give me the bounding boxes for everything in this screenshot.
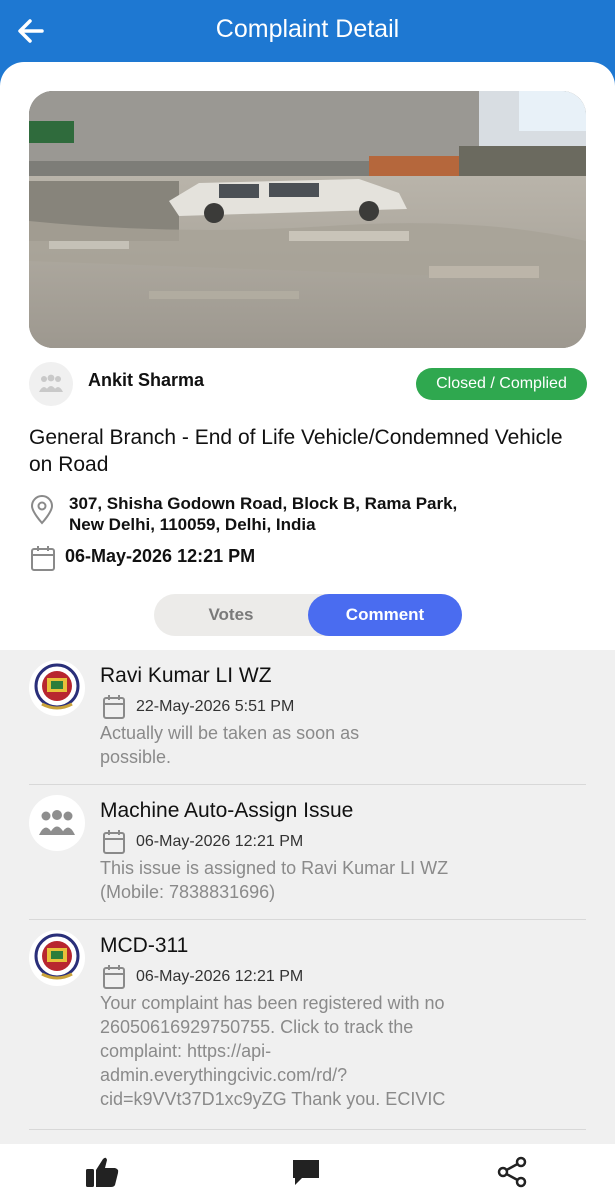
comment-date: 22-May-2026 5:51 PM: [136, 698, 295, 715]
comment-avatar: [29, 660, 85, 716]
comment-text-line: Actually will be taken as soon as: [100, 723, 360, 743]
comment-text[interactable]: Your complaint has been registered with …: [100, 991, 520, 1111]
comment-text: Actually will be taken as soon as possib…: [100, 721, 520, 769]
complaint-category: General Branch - End of Life Vehicle/Con…: [29, 426, 563, 476]
thumbs-up-icon: [86, 1157, 119, 1187]
address-line-2: New Delhi, 110059, Delhi, India: [69, 515, 316, 534]
group-people-icon: [39, 810, 75, 835]
bottom-action-bar: [0, 1144, 615, 1200]
group-people-icon: [39, 374, 63, 392]
calendar-icon: [103, 830, 125, 854]
comment-item: Ravi Kumar LI WZ 22-May-2026 5:51 PM Act…: [29, 650, 586, 785]
page-title: Complaint Detail: [215, 15, 400, 43]
comment-item: Machine Auto-Assign Issue 06-May-2026 12…: [29, 785, 586, 920]
vote-button[interactable]: [82, 1154, 122, 1190]
calendar-icon: [103, 965, 125, 989]
author-avatar: [29, 362, 73, 406]
calendar-icon: [31, 546, 55, 571]
comment-item: MCD-311 06-May-2026 12:21 PM Your compla…: [29, 920, 586, 1130]
share-icon: [497, 1156, 527, 1188]
comment-author: MCD-311: [100, 934, 189, 957]
complaint-photo[interactable]: [29, 91, 586, 348]
location-pin-icon: [30, 495, 54, 525]
complaint-datetime: 06-May-2026 12:21 PM: [65, 546, 256, 566]
comment-avatar: [29, 795, 85, 851]
comment-date: 06-May-2026 12:21 PM: [136, 968, 304, 985]
comment-text-line: This issue is assigned to Ravi Kumar LI …: [100, 858, 449, 878]
comment-icon: [293, 1160, 319, 1185]
comment-text-line: cid=k9VVt37D1xc9yZG Thank you. ECIVIC: [100, 1089, 446, 1109]
street-scene-image: [29, 91, 586, 348]
comment-list: Ravi Kumar LI WZ 22-May-2026 5:51 PM Act…: [0, 650, 615, 1144]
comment-text: This issue is assigned to Ravi Kumar LI …: [100, 856, 520, 904]
top-app-bar: Complaint Detail: [0, 0, 615, 62]
comment-text-line: 26050616929750755. Click to track the: [100, 1017, 414, 1037]
mcd-emblem-icon: [34, 933, 80, 980]
comment-text-line: Your complaint has been registered with …: [100, 993, 445, 1013]
calendar-icon: [103, 695, 125, 719]
share-button[interactable]: [492, 1154, 532, 1190]
tab-comment[interactable]: Comment: [308, 594, 462, 636]
complaint-address: 307, Shisha Godown Road, Block B, Rama P…: [69, 493, 569, 535]
comment-text-line: complaint: https://api-: [100, 1041, 272, 1061]
comment-button[interactable]: [286, 1154, 326, 1190]
mcd-emblem-icon: [34, 663, 80, 710]
author-name: Ankit Sharma: [88, 370, 205, 390]
tab-votes[interactable]: Votes: [154, 594, 308, 636]
address-line-1: 307, Shisha Godown Road, Block B, Rama P…: [69, 494, 458, 513]
comment-date: 06-May-2026 12:21 PM: [136, 833, 304, 850]
content-sheet: Ankit Sharma Closed / Complied General B…: [0, 62, 615, 1200]
comment-avatar: [29, 930, 85, 986]
comment-author: Machine Auto-Assign Issue: [100, 799, 354, 822]
comment-author: Ravi Kumar LI WZ: [100, 664, 272, 687]
comment-text-line: admin.everythingcivic.com/rd/?: [100, 1065, 348, 1085]
comment-text-line: (Mobile: 7838831696): [100, 882, 276, 902]
status-badge: Closed / Complied: [416, 368, 587, 400]
comment-text-line: possible.: [100, 747, 172, 767]
tab-switcher: Votes Comment: [154, 594, 462, 636]
